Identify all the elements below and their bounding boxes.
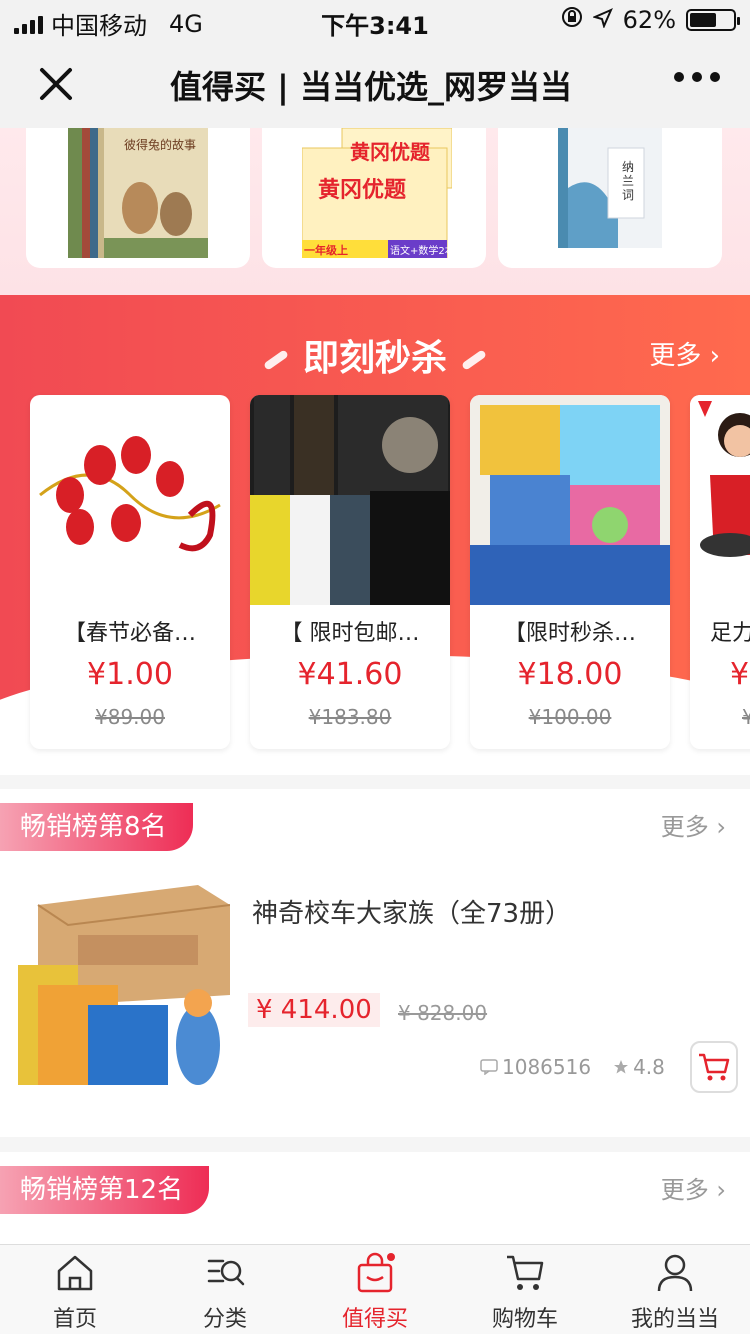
product-card[interactable]: 彼得兔的故事 bbox=[26, 128, 250, 268]
tab-cart[interactable]: 购物车 bbox=[450, 1245, 600, 1334]
product-name: 【 限时包邮… bbox=[280, 621, 420, 646]
flash-sale-title: 即刻秒杀 bbox=[0, 329, 750, 381]
rating: 4.8 bbox=[613, 1055, 665, 1079]
product-name: 足力 bbox=[710, 621, 750, 646]
product-image-person bbox=[690, 395, 750, 605]
product-card[interactable]: 纳兰词 bbox=[498, 128, 722, 268]
user-icon bbox=[657, 1254, 693, 1292]
top-products-row: 彼得兔的故事 黄冈优题 黄冈优题 一年级上 语文+数学2本套装 纳兰词 bbox=[0, 128, 750, 298]
bestseller-section: 畅销榜第8名 更多 › 神奇校车大家族（全73册） ¥ 414.00 ¥ 828… bbox=[0, 789, 750, 1137]
product-image-lanterns bbox=[39, 436, 221, 552]
location-arrow-icon bbox=[591, 6, 613, 34]
product-price: ¥41.60 bbox=[297, 657, 403, 692]
shopping-bag-icon bbox=[357, 1252, 395, 1293]
status-bar: 中国移动 4G 下午3:41 62% bbox=[0, 0, 750, 40]
cart-icon bbox=[699, 1053, 730, 1081]
tab-my-dangdang[interactable]: 我的当当 bbox=[600, 1245, 750, 1334]
tab-home[interactable]: 首页 bbox=[0, 1245, 150, 1334]
book-label: 一年级上 bbox=[304, 244, 348, 257]
product-old-price: ¥ 828.00 bbox=[398, 1001, 488, 1025]
category-search-icon bbox=[207, 1259, 245, 1286]
rank-badge: 畅销榜第12名 bbox=[0, 1166, 210, 1214]
product-old-price: ¥ bbox=[742, 705, 750, 729]
cart-icon bbox=[507, 1255, 544, 1290]
flash-product-card[interactable]: 【限时秒杀… ¥18.00 ¥100.00 bbox=[470, 395, 670, 749]
tab-category[interactable]: 分类 bbox=[150, 1245, 300, 1334]
product-price: ¥18.00 bbox=[517, 657, 623, 692]
product-old-price: ¥89.00 bbox=[95, 705, 165, 729]
flash-product-card[interactable]: 【春节必备… ¥1.00 ¥89.00 bbox=[30, 395, 230, 749]
product-old-price: ¥100.00 bbox=[528, 705, 612, 729]
book-label: 语文+数学2本套装 bbox=[390, 246, 475, 257]
flash-product-card[interactable]: 【 限时包邮… ¥41.60 ¥183.80 bbox=[250, 395, 450, 749]
comment-count: 1086516 bbox=[480, 1055, 591, 1079]
flash-product-card[interactable]: 足力 ¥ ¥ bbox=[690, 395, 750, 749]
add-to-cart-button[interactable] bbox=[690, 1041, 738, 1093]
star-icon bbox=[614, 1060, 629, 1074]
product-image-puzzles bbox=[470, 395, 670, 605]
nav-bar: 值得买 | 当当优选_网罗当当 bbox=[0, 40, 750, 128]
home-icon bbox=[57, 1255, 93, 1291]
rank-badge: 畅销榜第8名 bbox=[0, 803, 193, 851]
battery-percent: 62% bbox=[622, 6, 676, 34]
product-name: 【春节必备… bbox=[63, 621, 196, 646]
book-label: 黄冈优题 bbox=[318, 178, 407, 203]
tab-worth-buying[interactable]: 值得买 bbox=[300, 1245, 450, 1334]
bottom-tab-bar: 首页 分类 值得买 购物车 我的当当 bbox=[0, 1244, 750, 1334]
product-price: ¥1.00 bbox=[87, 657, 173, 692]
rotation-lock-icon bbox=[561, 6, 583, 34]
flash-sale-section: 即刻秒杀 更多 › 【春节必备… ¥1.00 ¥89.00 【 限时包邮… ¥4… bbox=[0, 295, 750, 775]
product-image-books bbox=[250, 395, 450, 605]
product-old-price: ¥183.80 bbox=[308, 705, 392, 729]
product-name: 【限时秒杀… bbox=[503, 621, 636, 646]
bestseller-more-link[interactable]: 更多 › bbox=[661, 1170, 726, 1205]
close-icon[interactable] bbox=[30, 58, 82, 110]
bestseller-more-link[interactable]: 更多 › bbox=[661, 807, 726, 842]
product-price: ¥ bbox=[730, 657, 750, 692]
product-price: ¥ 414.00 bbox=[248, 993, 380, 1027]
book-label: 彼得兔的故事 bbox=[124, 138, 197, 152]
page-title: 值得买 | 当当优选_网罗当当 bbox=[170, 68, 572, 106]
product-card[interactable]: 黄冈优题 黄冈优题 一年级上 语文+数学2本套装 bbox=[262, 128, 486, 268]
more-icon[interactable] bbox=[674, 72, 720, 82]
battery-icon bbox=[686, 9, 740, 31]
comment-icon bbox=[480, 1059, 498, 1075]
flash-sale-more-link[interactable]: 更多 › bbox=[649, 335, 720, 372]
product-image-magic-school-bus[interactable] bbox=[18, 885, 230, 1095]
book-label: 纳兰词 bbox=[622, 160, 635, 202]
product-title[interactable]: 神奇校车大家族（全73册） bbox=[252, 893, 571, 930]
book-label: 黄冈优题 bbox=[350, 140, 430, 164]
bestseller-section: 畅销榜第12名 更多 › bbox=[0, 1152, 750, 1244]
